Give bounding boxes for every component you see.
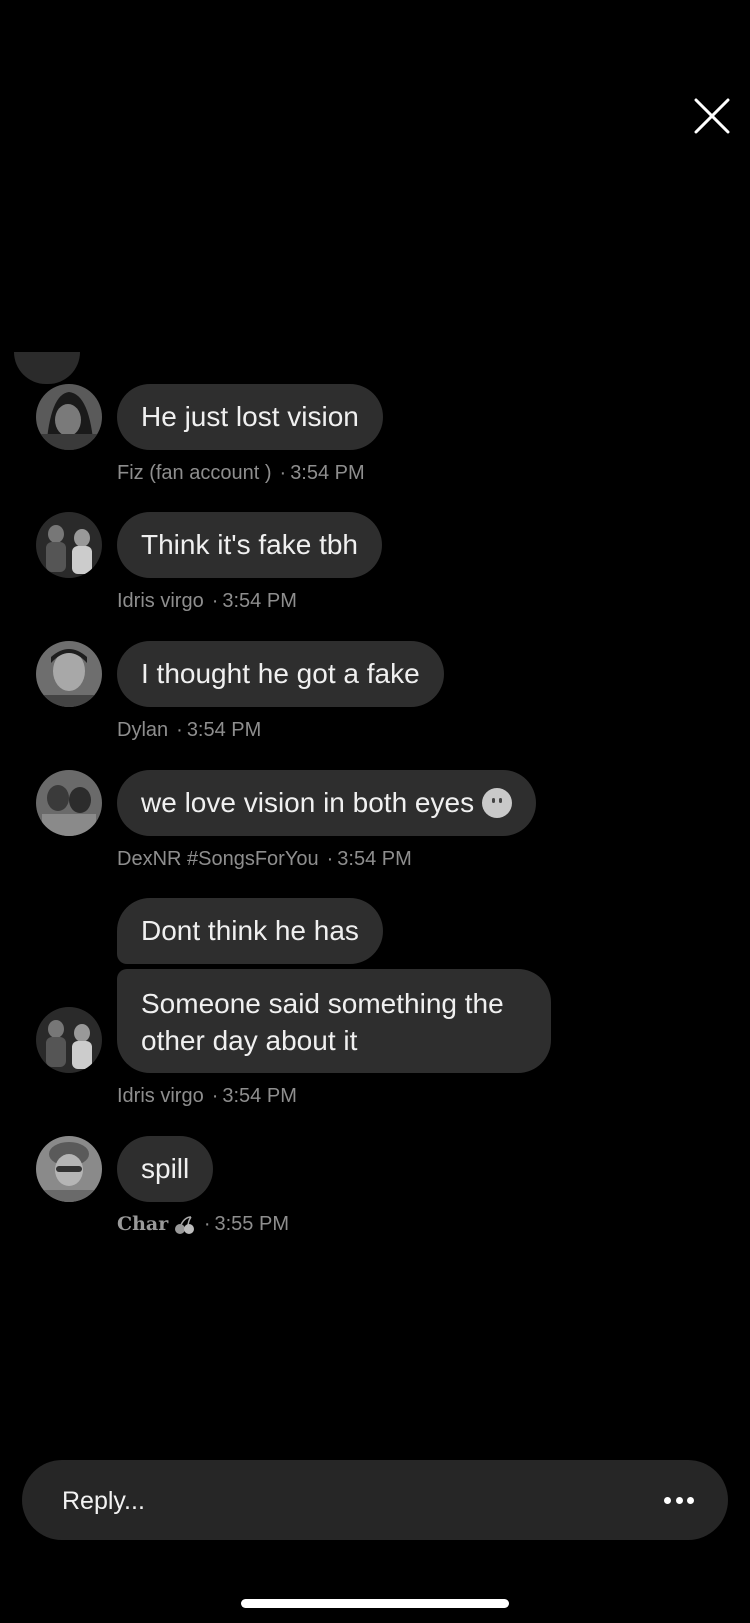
message-time: 3:54 PM bbox=[222, 590, 297, 612]
message-meta: Fiz (fan account ) · 3:54 PM bbox=[117, 462, 365, 485]
avatar-fiz bbox=[36, 384, 102, 450]
avatar-idris bbox=[36, 512, 102, 578]
author-name[interactable]: Idris virgo bbox=[117, 1085, 204, 1107]
separator-dot: · bbox=[176, 719, 183, 741]
author-name[interactable]: Fiz (fan account ) bbox=[117, 462, 272, 484]
message-meta: DexNR #SongsForYou · 3:54 PM bbox=[117, 848, 412, 871]
message-bubble[interactable]: spill bbox=[117, 1136, 214, 1202]
message-time: 3:54 PM bbox=[290, 462, 365, 484]
message-meta: Dylan · 3:54 PM bbox=[117, 719, 261, 742]
message-meta: Idris virgo · 3:54 PM bbox=[117, 1085, 297, 1108]
message-meta: Idris virgo · 3:54 PM bbox=[117, 590, 297, 613]
author-name[interactable]: DexNR #SongsForYou bbox=[117, 848, 319, 870]
avatar[interactable] bbox=[36, 384, 102, 450]
separator-dot: · bbox=[203, 1213, 211, 1235]
avatar-dylan bbox=[36, 641, 102, 707]
more-icon-dot bbox=[675, 1496, 683, 1504]
message-bubble[interactable]: Dont think he has bbox=[117, 898, 383, 964]
close-icon bbox=[694, 98, 730, 134]
avatar[interactable] bbox=[36, 1007, 102, 1073]
message-time: 3:54 PM bbox=[337, 848, 412, 870]
avatar-idris bbox=[36, 1007, 102, 1073]
close-button[interactable] bbox=[692, 96, 732, 136]
message-bubble[interactable]: Someone said something the other day abo… bbox=[117, 969, 551, 1073]
author-name[interactable]: Idris virgo bbox=[117, 590, 204, 612]
avatar[interactable] bbox=[36, 512, 102, 578]
message-time: 3:54 PM bbox=[222, 1085, 297, 1107]
previous-message-fragment bbox=[14, 352, 80, 384]
avatar[interactable] bbox=[36, 770, 102, 836]
more-options-button[interactable] bbox=[664, 1488, 694, 1512]
avatar[interactable] bbox=[36, 1136, 102, 1202]
separator-dot: · bbox=[326, 848, 334, 870]
more-icon-dot bbox=[687, 1496, 694, 1504]
message-time: 3:55 PM bbox=[214, 1213, 289, 1235]
message-text: we love vision in both eyes bbox=[141, 787, 475, 818]
message-bubble[interactable]: He just lost vision bbox=[117, 384, 383, 450]
separator-dot: · bbox=[279, 462, 287, 484]
avatar[interactable] bbox=[36, 641, 102, 707]
message-bubble[interactable]: we love vision in both eyes bbox=[117, 770, 537, 836]
separator-dot: · bbox=[211, 590, 219, 612]
separator-dot: · bbox=[211, 1085, 219, 1107]
author-name[interactable]: Dylan bbox=[117, 719, 168, 741]
message-meta: Char · 3:55 PM bbox=[117, 1213, 289, 1236]
reply-input[interactable] bbox=[60, 1460, 624, 1542]
avatar-dexnr bbox=[36, 770, 102, 836]
home-indicator[interactable] bbox=[241, 1599, 509, 1608]
author-name[interactable]: Char bbox=[117, 1213, 168, 1235]
message-bubble[interactable]: I thought he got a fake bbox=[117, 641, 444, 707]
message-time: 3:54 PM bbox=[186, 719, 262, 741]
avatar-char bbox=[36, 1136, 102, 1202]
cherries-icon bbox=[174, 1215, 194, 1234]
more-icon bbox=[664, 1496, 671, 1504]
smiling-face-icon bbox=[482, 787, 513, 818]
message-bubble[interactable]: Think it's fake tbh bbox=[117, 512, 382, 578]
reply-bar bbox=[22, 1460, 728, 1542]
